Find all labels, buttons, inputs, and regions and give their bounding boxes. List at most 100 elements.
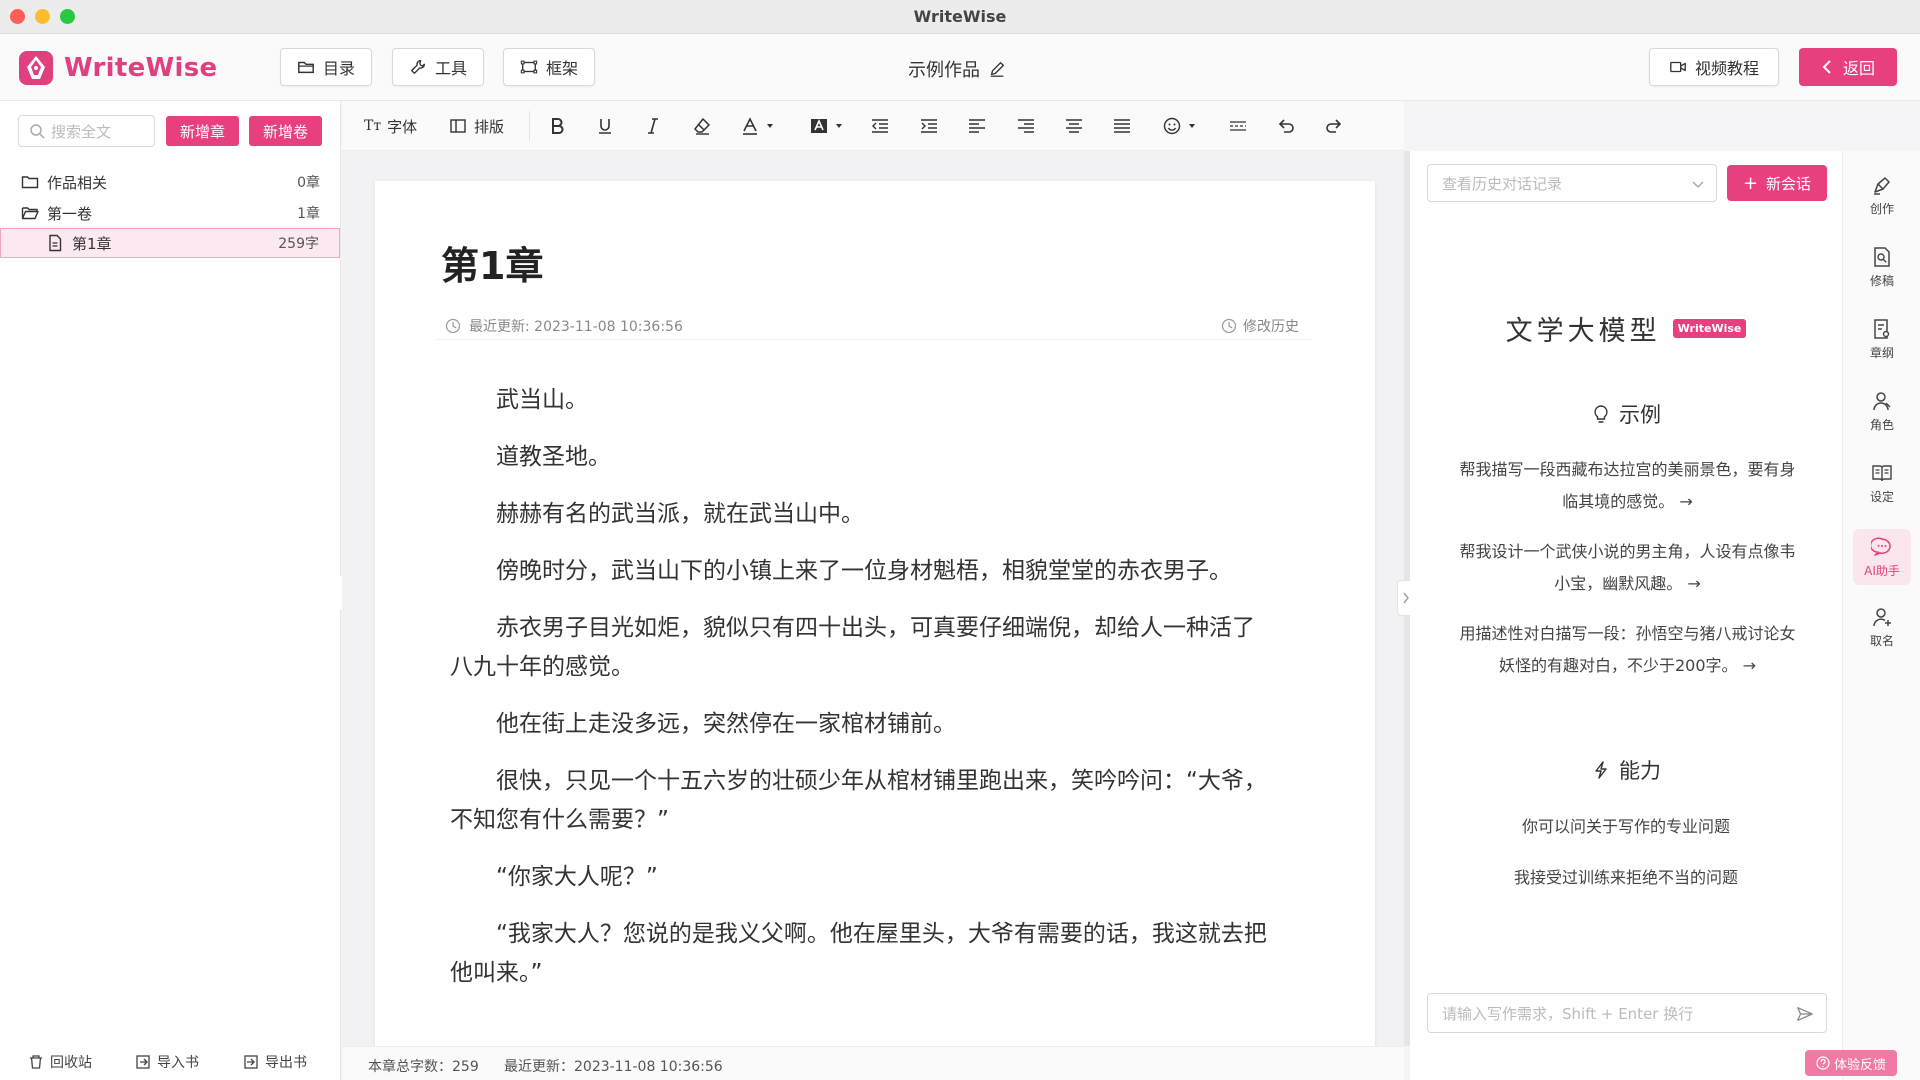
underline-icon <box>599 119 611 134</box>
writewise-badge: WriteWise <box>1672 319 1747 338</box>
book-icon <box>1872 464 1892 481</box>
chat-icon <box>1871 537 1891 556</box>
abilities-heading: 能力 <box>1410 755 1842 785</box>
align-center-button[interactable] <box>1064 115 1084 137</box>
tree-item-chapter-1[interactable]: 第1章 259字 <box>0 228 340 258</box>
editor-area: 第1章 最近更新: 2023-11-08 10:36:56 修改历史 武当山。 … <box>342 151 1404 1051</box>
rail-settings[interactable]: 设定 <box>1853 455 1911 511</box>
sidebar-footer: 回收站 导入书 导出书 <box>0 1044 340 1080</box>
editor-paper[interactable]: 第1章 最近更新: 2023-11-08 10:36:56 修改历史 武当山。 … <box>375 181 1375 1051</box>
align-justify-icon <box>1114 119 1130 133</box>
align-right-button[interactable] <box>1016 115 1036 137</box>
video-camera-icon <box>1670 61 1686 73</box>
add-volume-button[interactable]: 新增卷 <box>249 116 322 146</box>
recycle-bin-button[interactable]: 回收站 <box>28 1052 92 1072</box>
emoji-button[interactable] <box>1162 115 1196 137</box>
italic-button[interactable] <box>643 115 663 137</box>
chapter-body[interactable]: 武当山。 道教圣地。 赫赫有名的武当派，就在武当山中。 傍晚时分，武当山下的小镇… <box>450 381 1272 1011</box>
person-icon <box>1873 391 1891 410</box>
tools-button[interactable]: 工具 <box>392 48 484 86</box>
example-prompt-2[interactable]: 帮我设计一个武侠小说的男主角，人设有点像韦小宝，幽默风趣。 → <box>1455 536 1800 600</box>
chapter-title[interactable]: 第1章 <box>441 235 543 290</box>
bold-button[interactable] <box>547 115 567 137</box>
chevron-right-icon <box>1402 592 1409 604</box>
tree-item-work-related[interactable]: 作品相关 0章 <box>0 167 340 197</box>
paragraph: 赫赫有名的武当派，就在武当山中。 <box>496 501 864 527</box>
app-logo: WriteWise <box>18 50 217 86</box>
undo-button[interactable] <box>1276 115 1296 137</box>
export-icon <box>244 1055 258 1069</box>
example-prompt-3[interactable]: 用描述性对白描写一段：孙悟空与猪八戒讨论女妖怪的有趣对白，不少于200字。 → <box>1455 618 1800 682</box>
doc-outline-icon <box>1874 318 1890 339</box>
frame-icon <box>520 60 538 74</box>
logo-text: WriteWise <box>64 53 218 83</box>
feedback-button[interactable]: 体验反馈 <box>1805 1050 1897 1076</box>
font-button[interactable]: Tт 字体 <box>364 115 417 137</box>
history-dialog-select[interactable]: 查看历史对话记录 <box>1427 164 1717 202</box>
example-prompt-1[interactable]: 帮我描写一段西藏布达拉宫的美丽景色，要有身临其境的感觉。 → <box>1455 454 1800 518</box>
import-book-button[interactable]: 导入书 <box>135 1052 199 1072</box>
video-tutorial-button[interactable]: 视频教程 <box>1649 48 1779 86</box>
rail-characters[interactable]: 角色 <box>1853 383 1911 439</box>
rail-outline[interactable]: 章纲 <box>1853 311 1911 367</box>
paragraph: 傍晚时分，武当山下的小镇上来了一位身材魁梧，相貌堂堂的赤衣男子。 <box>496 558 1232 584</box>
fulltext-search-input[interactable]: 搜索全文 <box>18 115 155 147</box>
underline-button[interactable] <box>595 115 615 137</box>
edit-pencil-icon[interactable] <box>988 60 1006 78</box>
italic-icon <box>648 118 658 134</box>
rail-ai-assistant[interactable]: AI助手 <box>1853 529 1911 585</box>
paragraph: 道教圣地。 <box>496 444 611 470</box>
align-left-button[interactable] <box>967 115 987 137</box>
bold-icon <box>552 118 564 134</box>
divider-line-button[interactable] <box>1228 115 1248 137</box>
align-left-icon <box>969 119 985 133</box>
undo-icon <box>1278 119 1294 133</box>
writing-prompt-input[interactable]: 请输入写作需求，Shift + Enter 换行 <box>1427 993 1827 1033</box>
lightbulb-icon <box>1594 405 1608 423</box>
ai-assistant-panel: 查看历史对话记录 + 新会话 文学大模型 WriteWise 示例 帮我描写一段… <box>1410 151 1842 1080</box>
align-justify-button[interactable] <box>1112 115 1132 137</box>
window-titlebar: WriteWise <box>0 0 1920 34</box>
new-chat-button[interactable]: + 新会话 <box>1727 165 1827 201</box>
indent-button[interactable] <box>919 115 939 137</box>
rail-create[interactable]: 创作 <box>1853 167 1911 223</box>
highlight-color-button[interactable] <box>809 115 843 137</box>
plus-icon: + <box>1742 172 1759 194</box>
layout-icon <box>450 119 466 133</box>
trash-icon <box>30 1055 42 1069</box>
last-update-text: 最近更新: 2023-11-08 10:36:56 <box>469 319 683 335</box>
person-add-icon <box>1873 607 1891 626</box>
add-chapter-button[interactable]: 新增章 <box>166 116 239 146</box>
revision-history-link[interactable]: 修改历史 <box>1221 316 1299 336</box>
rail-naming[interactable]: 取名 <box>1853 599 1911 655</box>
send-icon[interactable] <box>1796 1005 1814 1023</box>
logo-pen-icon <box>19 51 53 85</box>
frame-button[interactable]: 框架 <box>503 48 595 86</box>
import-icon <box>136 1055 150 1069</box>
layout-button[interactable]: 排版 <box>448 115 504 137</box>
caret-down-icon <box>1189 124 1195 128</box>
pen-nib-icon <box>1874 176 1890 195</box>
chevron-down-icon <box>1692 181 1704 188</box>
font-color-button[interactable] <box>740 115 774 137</box>
redo-button[interactable] <box>1324 115 1344 137</box>
clear-format-button[interactable] <box>692 115 712 137</box>
folder-icon <box>21 176 39 189</box>
paragraph: 他在街上走没多远，突然停在一家棺材铺前。 <box>496 711 956 737</box>
tree-item-volume-1[interactable]: 第一卷 1章 <box>0 198 340 228</box>
folder-open-icon <box>298 61 314 74</box>
back-button[interactable]: 返回 <box>1799 48 1897 86</box>
paragraph: “我家大人？您说的是我义父啊。他在屋里头，大爷有需要的话，我这就去把他叫来。” <box>450 921 1267 986</box>
redo-icon <box>1326 119 1342 133</box>
clock-icon <box>445 318 461 334</box>
work-title[interactable]: 示例作品 <box>908 56 1006 82</box>
export-book-button[interactable]: 导出书 <box>243 1052 307 1072</box>
indent-icon <box>921 119 937 133</box>
rail-revise[interactable]: 修稿 <box>1853 239 1911 295</box>
caret-down-icon <box>767 124 773 128</box>
status-bar: 本章总字数：259 最近更新：2023-11-08 10:36:56 <box>342 1046 1404 1080</box>
catalog-button[interactable]: 目录 <box>280 48 372 86</box>
caret-down-icon <box>836 124 842 128</box>
outdent-button[interactable] <box>870 115 890 137</box>
chevron-left-icon <box>1822 60 1831 74</box>
